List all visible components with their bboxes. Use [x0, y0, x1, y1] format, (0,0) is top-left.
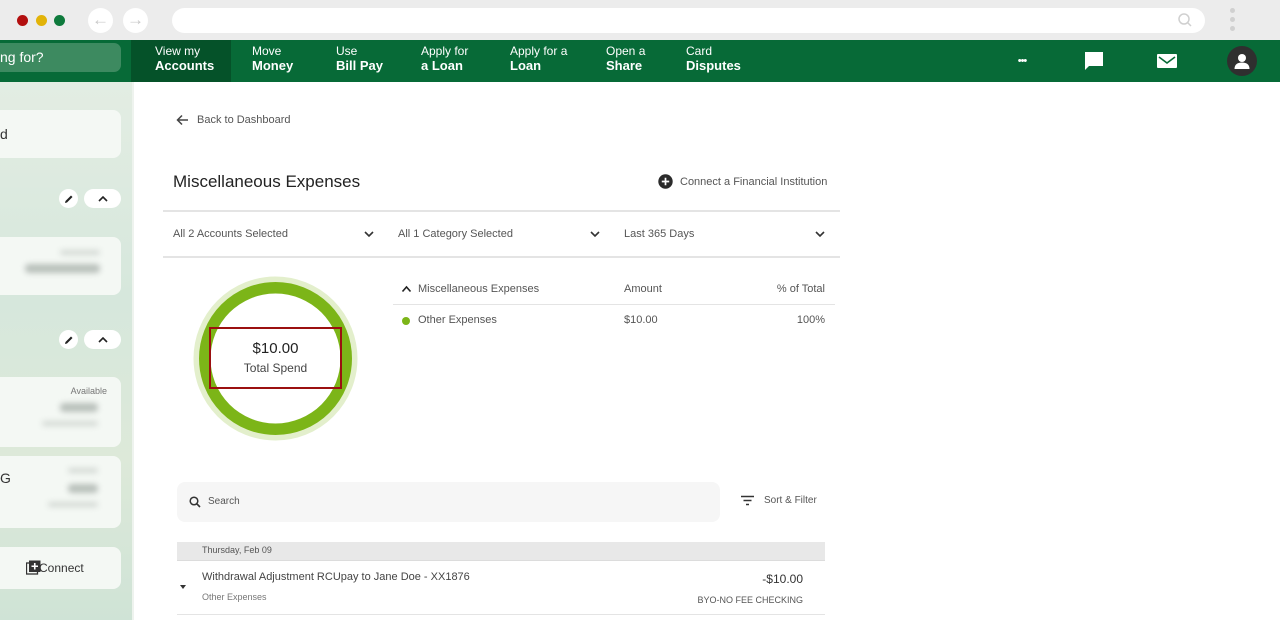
- total-spend-amount: $10.00: [252, 340, 299, 357]
- chevron-up-icon[interactable]: [401, 285, 412, 293]
- divider: [393, 304, 835, 305]
- back-to-dashboard-link[interactable]: Back to Dashboard: [176, 114, 291, 126]
- more-icon: •••: [1017, 55, 1028, 67]
- sort-filter-button[interactable]: Sort & Filter: [740, 495, 817, 506]
- chevron-down-icon[interactable]: [814, 228, 826, 240]
- legend-dot: [402, 317, 410, 325]
- sidebar-account-card[interactable]: [0, 237, 121, 295]
- divider: [163, 256, 840, 258]
- transaction-date-header: Thursday, Feb 09: [177, 542, 825, 561]
- window-minimize-button[interactable]: [36, 15, 47, 26]
- address-bar[interactable]: [172, 8, 1205, 33]
- total-spend-callout: $10.00 Total Spend: [209, 327, 342, 389]
- breakdown-row-amount: $10.00: [624, 314, 658, 326]
- sidebar-card[interactable]: d: [0, 110, 121, 158]
- avatar: [1227, 46, 1257, 76]
- blurred-account-number: [48, 502, 98, 507]
- connect-button[interactable]: Connect: [0, 547, 121, 589]
- nav-move-money[interactable]: Move Money: [252, 40, 293, 82]
- collapse-group-button[interactable]: [84, 330, 121, 349]
- period-filter-dropdown[interactable]: Last 365 Days: [624, 228, 694, 240]
- chevron-down-icon[interactable]: [363, 228, 375, 240]
- divider: [163, 210, 840, 212]
- transaction-description: Withdrawal Adjustment RCUpay to Jane Doe…: [202, 571, 470, 583]
- breakdown-row-category: Other Expenses: [418, 314, 497, 326]
- profile-button[interactable]: [1227, 40, 1257, 82]
- transaction-search-input[interactable]: Search: [177, 482, 720, 522]
- chevron-up-icon: [97, 195, 108, 202]
- nav-card-disputes[interactable]: Card Disputes: [686, 40, 741, 82]
- breakdown-row-percent: 100%: [796, 314, 825, 326]
- pencil-icon: [64, 336, 72, 344]
- browser-back-button[interactable]: ←: [88, 8, 113, 33]
- search-icon: [189, 496, 201, 508]
- blurred-account-balance: [25, 264, 100, 273]
- sidebar-divider: [132, 82, 134, 620]
- blurred-account-number: [42, 421, 98, 426]
- chevron-down-icon[interactable]: [589, 228, 601, 240]
- transaction-account: BYO-NO FEE CHECKING: [697, 595, 803, 605]
- blurred-account-label: [68, 468, 98, 473]
- site-search-input[interactable]: ng for?: [0, 43, 121, 72]
- breakdown-header-percent: % of Total: [776, 283, 825, 295]
- category-filter-dropdown[interactable]: All 1 Category Selected: [398, 228, 513, 240]
- blurred-account-label: [60, 250, 100, 255]
- nav-apply-loan[interactable]: Apply for a Loan: [421, 40, 468, 82]
- connect-financial-institution-button[interactable]: Connect a Financial Institution: [658, 174, 827, 189]
- arrow-left-icon: [176, 114, 188, 126]
- search-icon: [1178, 13, 1192, 27]
- nav-apply-for-a-loan[interactable]: Apply for a Loan: [510, 40, 567, 82]
- nav-view-accounts[interactable]: View my Accounts: [131, 40, 231, 82]
- sidebar-account-card[interactable]: G: [0, 456, 121, 528]
- nav-open-share[interactable]: Open a Share: [606, 40, 645, 82]
- expand-caret-icon[interactable]: [180, 585, 186, 589]
- available-label: Available: [70, 386, 107, 396]
- transaction-amount: -$10.00: [762, 572, 803, 586]
- browser-menu-icon[interactable]: [1230, 8, 1236, 34]
- filter-icon: [741, 495, 754, 506]
- accounts-filter-dropdown[interactable]: All 2 Accounts Selected: [173, 228, 288, 240]
- accounts-sidebar: d Available G Connect: [0, 82, 134, 620]
- window-maximize-button[interactable]: [54, 15, 65, 26]
- top-navigation: ng for? View my Accounts Move Money Use …: [0, 40, 1280, 82]
- arrow-right-icon: →: [127, 10, 144, 29]
- collapse-group-button[interactable]: [84, 189, 121, 208]
- nav-bill-pay[interactable]: Use Bill Pay: [336, 40, 383, 82]
- transaction-category: Other Expenses: [202, 592, 267, 602]
- breakdown-header-amount: Amount: [624, 283, 662, 295]
- chevron-up-icon: [97, 336, 108, 343]
- messages-button[interactable]: [1082, 40, 1106, 82]
- blurred-available-balance: [60, 403, 98, 412]
- edit-group-button[interactable]: [59, 189, 78, 208]
- browser-forward-button[interactable]: →: [123, 8, 148, 33]
- page-title: Miscellaneous Expenses: [173, 172, 361, 191]
- blurred-account-balance: [68, 484, 98, 493]
- mail-icon: [1157, 54, 1177, 68]
- browser-chrome: ← →: [0, 0, 1280, 40]
- sidebar-account-card[interactable]: Available: [0, 377, 121, 447]
- window-close-button[interactable]: [17, 15, 28, 26]
- more-button[interactable]: •••: [1008, 40, 1036, 82]
- mail-button[interactable]: [1155, 40, 1179, 82]
- breakdown-header-category[interactable]: Miscellaneous Expenses: [418, 283, 539, 295]
- profile-icon: [1234, 54, 1250, 69]
- chat-icon: [1085, 52, 1103, 70]
- divider: [177, 614, 825, 615]
- pencil-icon: [64, 195, 72, 203]
- arrow-left-icon: ←: [92, 10, 109, 29]
- plus-circle-icon: [658, 174, 673, 189]
- edit-group-button[interactable]: [59, 330, 78, 349]
- total-spend-label: Total Spend: [243, 361, 308, 375]
